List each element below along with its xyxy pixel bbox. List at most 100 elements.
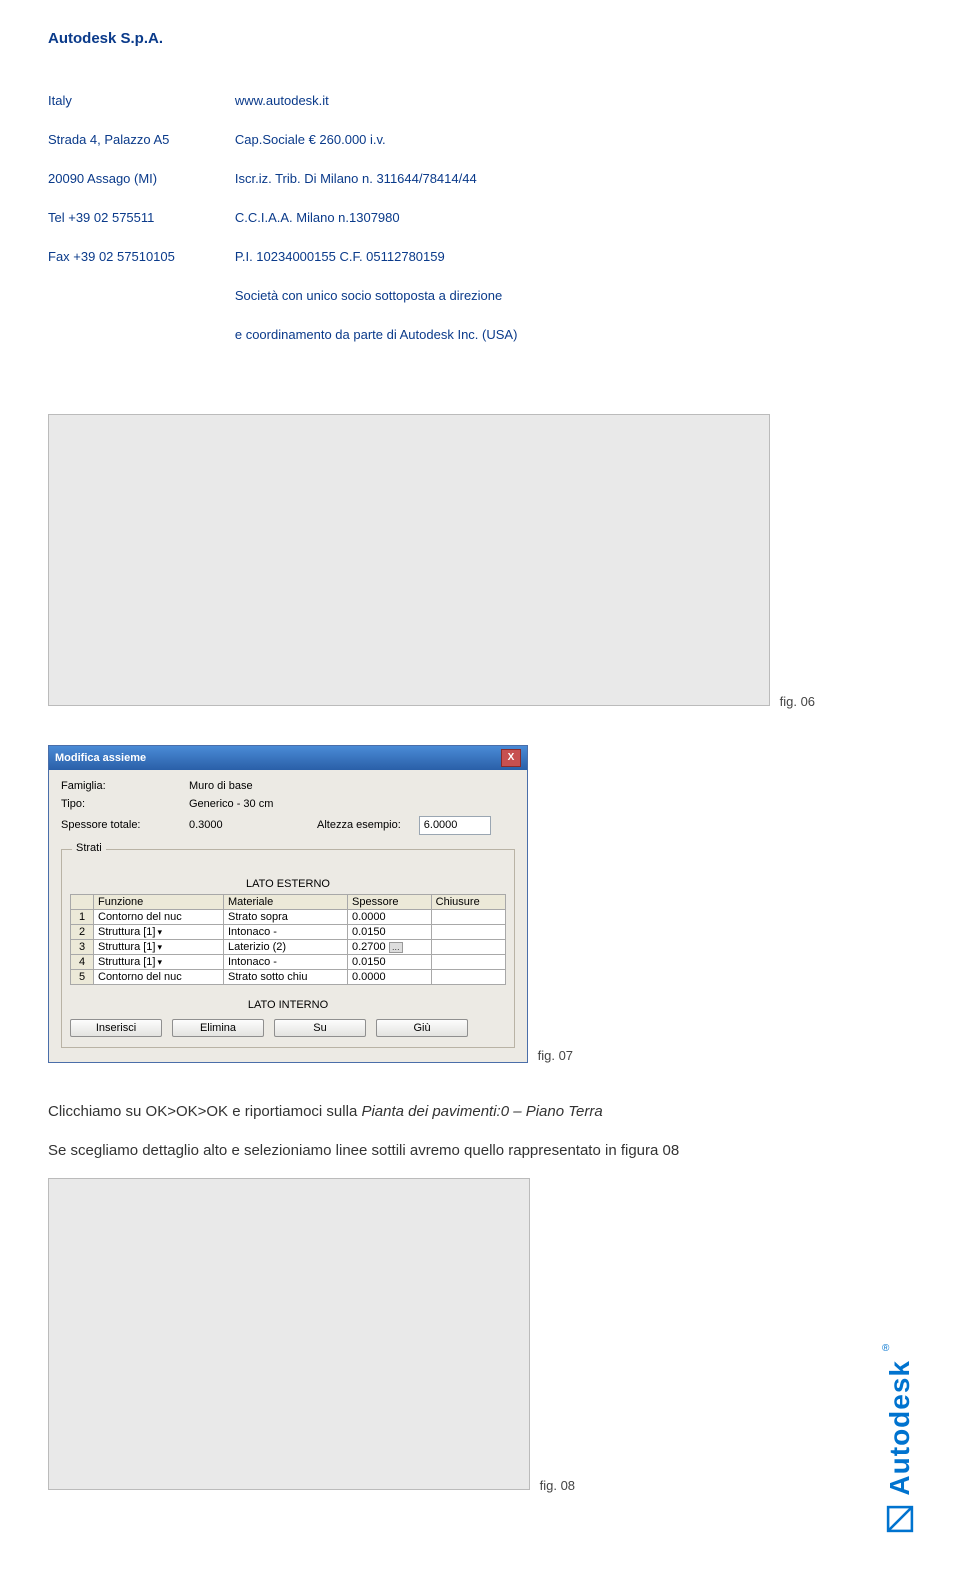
header-address-col: Italy Strada 4, Palazzo A5 20090 Assago … (48, 71, 175, 364)
lato-interno-label: LATO INTERNO (70, 999, 506, 1011)
strati-groupbox: Strati LATO ESTERNO Funzione Materiale S… (61, 849, 515, 1048)
cell-chiusure[interactable] (431, 969, 505, 984)
addr-line: Fax +39 02 57510105 (48, 247, 175, 267)
page-header: Italy Strada 4, Palazzo A5 20090 Assago … (48, 71, 912, 364)
header-funzione: Funzione (94, 894, 224, 909)
addr-line: Strada 4, Palazzo A5 (48, 130, 175, 150)
figure-07-label: fig. 07 (538, 1048, 573, 1063)
header-spessore: Spessore (348, 894, 432, 909)
cell-funzione[interactable]: Struttura [1] (94, 939, 224, 954)
body-paragraph-1: Clicchiamo su OK>OK>OK e riportiamoci su… (48, 1099, 912, 1125)
cell-text: 0.2700 (352, 941, 386, 953)
famiglia-label: Famiglia: (61, 780, 171, 792)
cell-chiusure[interactable] (431, 954, 505, 969)
cell-num: 3 (71, 939, 94, 954)
cell-num: 5 (71, 969, 94, 984)
famiglia-value: Muro di base (189, 780, 253, 792)
cell-spessore[interactable]: 0.0150 (348, 954, 432, 969)
header-num (71, 894, 94, 909)
logo-text: Autodesk (884, 1360, 916, 1496)
cell-text: Struttura [1] (98, 926, 162, 938)
cell-funzione[interactable]: Struttura [1] (94, 924, 224, 939)
altezza-input[interactable] (419, 816, 491, 835)
table-header-row: Funzione Materiale Spessore Chiusure (71, 894, 506, 909)
cell-funzione[interactable]: Contorno del nuc (94, 969, 224, 984)
addr-line: Tel +39 02 575511 (48, 208, 175, 228)
body-paragraph-2: Se scegliamo dettaglio alto e selezionia… (48, 1138, 912, 1164)
cell-chiusure[interactable] (431, 909, 505, 924)
close-icon[interactable]: X (501, 749, 521, 767)
table-row[interactable]: 5 Contorno del nuc Strato sotto chiu 0.0… (71, 969, 506, 984)
autodesk-logo: ® Autodesk (880, 1276, 920, 1536)
cell-text: Struttura [1] (98, 941, 162, 953)
cell-text: Intonaco - (228, 956, 277, 968)
spessore-label: Spessore totale: (61, 819, 171, 831)
cell-num: 2 (71, 924, 94, 939)
figure-08: fig. 08 (48, 1178, 912, 1493)
layer-buttons-row: Inserisci Elimina Su Giù (70, 1019, 506, 1037)
cell-spessore[interactable]: 0.0000 (348, 909, 432, 924)
cell-text: Intonaco - (228, 926, 277, 938)
modifica-assieme-window: Modifica assieme X Famiglia: Muro di bas… (48, 745, 528, 1063)
cell-materiale[interactable]: Intonaco - (224, 924, 348, 939)
cell-text: Laterizio (2) (228, 941, 286, 953)
legal-line: e coordinamento da parte di Autodesk Inc… (235, 325, 518, 345)
cell-num: 4 (71, 954, 94, 969)
table-row[interactable]: 1 Contorno del nuc Strato sopra 0.0000 (71, 909, 506, 924)
tipo-label: Tipo: (61, 798, 171, 810)
figure-06-label: fig. 06 (780, 694, 815, 709)
figure-08-label: fig. 08 (540, 1478, 575, 1493)
table-row[interactable]: 3 Struttura [1] Laterizio (2) 0.2700 … (71, 939, 506, 954)
cell-spessore[interactable]: 0.0150 (348, 924, 432, 939)
table-row[interactable]: 4 Struttura [1] Intonaco - 0.0150 (71, 954, 506, 969)
figure-08-image (48, 1178, 530, 1490)
cell-spessore[interactable]: 0.2700 … (348, 939, 432, 954)
cell-chiusure[interactable] (431, 924, 505, 939)
layers-table[interactable]: Funzione Materiale Spessore Chiusure 1 C… (70, 894, 506, 985)
cell-chiusure[interactable] (431, 939, 505, 954)
inserisci-button[interactable]: Inserisci (70, 1019, 162, 1037)
giu-button[interactable]: Giù (376, 1019, 468, 1037)
header-chiusure: Chiusure (431, 894, 505, 909)
window-titlebar[interactable]: Modifica assieme X (49, 746, 527, 770)
su-button[interactable]: Su (274, 1019, 366, 1037)
cell-text: Struttura [1] (98, 956, 162, 968)
cell-text: Contorno del nuc (98, 911, 182, 923)
cell-num: 1 (71, 909, 94, 924)
header-materiale: Materiale (224, 894, 348, 909)
cell-materiale[interactable]: Strato sotto chiu (224, 969, 348, 984)
cell-funzione[interactable]: Struttura [1] (94, 954, 224, 969)
addr-line: Italy (48, 91, 175, 111)
body-text-italic: Pianta dei pavimenti:0 – Piano Terra (361, 1103, 602, 1120)
addr-line: 20090 Assago (MI) (48, 169, 175, 189)
legal-line: Cap.Sociale € 260.000 i.v. (235, 130, 518, 150)
legal-line: P.I. 10234000155 C.F. 05112780159 (235, 247, 518, 267)
altezza-label: Altezza esempio: (317, 819, 401, 831)
elimina-button[interactable]: Elimina (172, 1019, 264, 1037)
company-name: Autodesk S.p.A. (48, 30, 912, 47)
legal-line: www.autodesk.it (235, 91, 518, 111)
registered-icon: ® (882, 1343, 889, 1354)
legal-line: Società con unico socio sottoposta a dir… (235, 286, 518, 306)
lato-esterno-label: LATO ESTERNO (70, 878, 506, 890)
figure-07: Modifica assieme X Famiglia: Muro di bas… (48, 745, 912, 1063)
header-legal-col: www.autodesk.it Cap.Sociale € 260.000 i.… (235, 71, 518, 364)
spessore-value: 0.3000 (189, 819, 259, 831)
body-text-span: Clicchiamo su OK>OK>OK e riportiamoci su… (48, 1103, 361, 1120)
ellipsis-icon[interactable]: … (389, 942, 403, 953)
strati-legend: Strati (72, 842, 106, 854)
window-body: Famiglia: Muro di base Tipo: Generico - … (49, 770, 527, 1062)
cell-spessore[interactable]: 0.0000 (348, 969, 432, 984)
cell-materiale[interactable]: Laterizio (2) (224, 939, 348, 954)
legal-line: Iscr.iz. Trib. Di Milano n. 311644/78414… (235, 169, 518, 189)
table-row[interactable]: 2 Struttura [1] Intonaco - 0.0150 (71, 924, 506, 939)
cell-text: Strato sotto chiu (228, 971, 308, 983)
autodesk-mark-icon (883, 1502, 917, 1536)
cell-materiale[interactable]: Strato sopra (224, 909, 348, 924)
figure-06-image (48, 414, 770, 706)
cell-funzione[interactable]: Contorno del nuc (94, 909, 224, 924)
figure-06: fig. 06 (48, 414, 912, 709)
window-title-text: Modifica assieme (55, 752, 146, 764)
legal-line: C.C.I.A.A. Milano n.1307980 (235, 208, 518, 228)
cell-materiale[interactable]: Intonaco - (224, 954, 348, 969)
